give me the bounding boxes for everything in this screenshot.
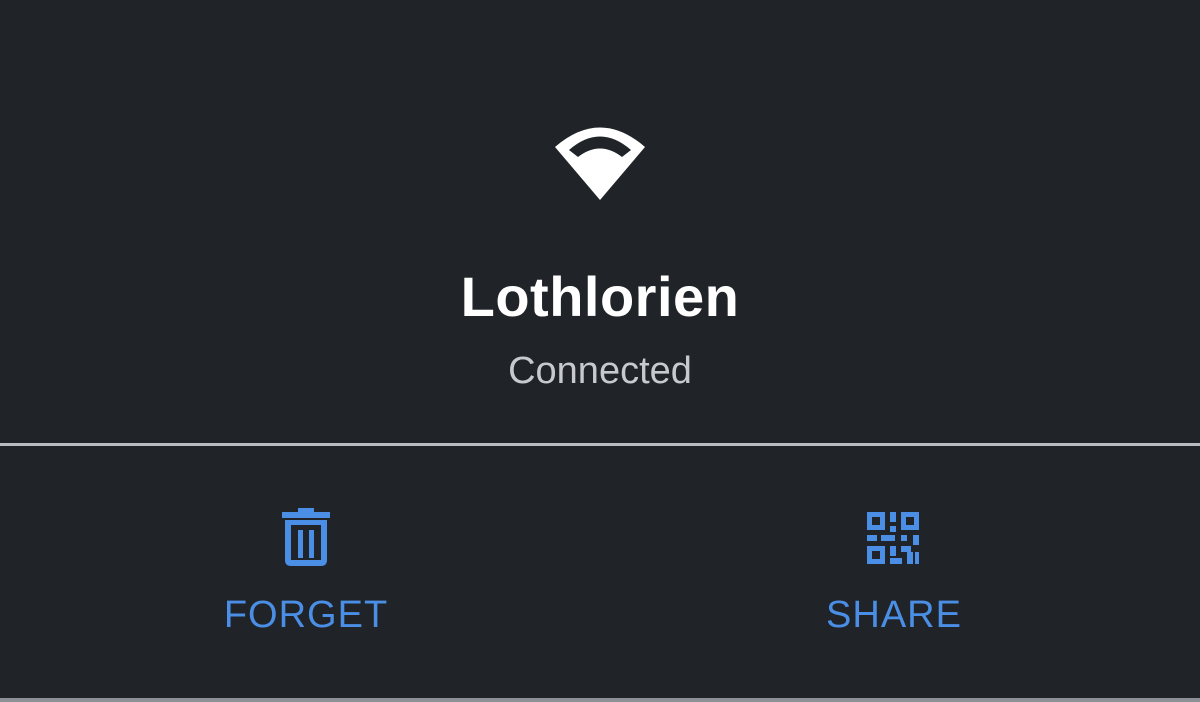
wifi-signal-icon — [555, 127, 645, 200]
forget-label: FORGET — [223, 594, 389, 636]
network-details-header: Lothlorien Connected — [0, 0, 1200, 443]
bottom-edge — [0, 698, 1200, 702]
trash-icon — [282, 508, 330, 566]
connection-status: Connected — [508, 350, 692, 392]
share-label: SHARE — [826, 594, 962, 636]
forget-button[interactable]: FORGET — [0, 446, 600, 698]
qr-code-icon — [867, 512, 919, 564]
share-button[interactable]: SHARE — [600, 446, 1200, 698]
network-name: Lothlorien — [460, 265, 740, 328]
